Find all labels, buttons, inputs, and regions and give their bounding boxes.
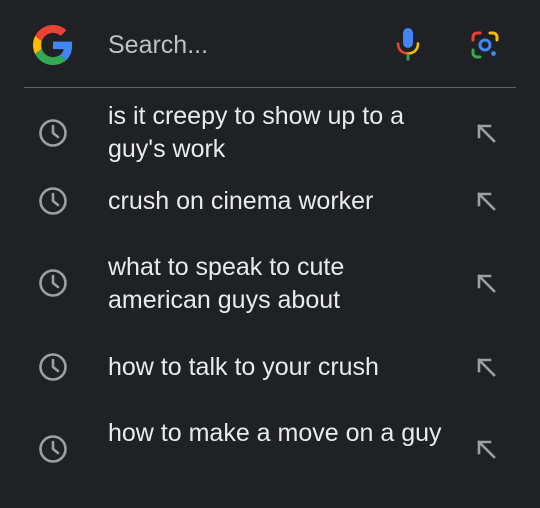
suggestion-text: crush on cinema worker	[108, 187, 374, 215]
suggestion-item[interactable]: what to speak to cute american guys abou…	[0, 242, 540, 342]
history-clock-icon	[39, 269, 67, 297]
history-clock-icon	[39, 353, 67, 381]
history-clock-icon	[39, 435, 67, 463]
search-input[interactable]	[108, 25, 378, 65]
suggestion-item[interactable]: is it creepy to show up to a guy's work	[0, 90, 540, 176]
suggestion-text: how to make a move on a guy	[108, 419, 442, 447]
google-lens-icon[interactable]	[470, 30, 500, 60]
google-logo-icon	[33, 25, 73, 65]
suggestion-text: how to talk to your crush	[108, 353, 379, 381]
microphone-icon[interactable]	[393, 27, 423, 63]
north-west-arrow-icon[interactable]	[474, 437, 498, 461]
north-west-arrow-icon[interactable]	[474, 271, 498, 295]
north-west-arrow-icon[interactable]	[474, 121, 498, 145]
history-clock-icon	[39, 187, 67, 215]
suggestion-item[interactable]: how to make a move on a guy	[0, 408, 540, 498]
suggestion-list: is it creepy to show up to a guy's work …	[0, 90, 540, 498]
history-clock-icon	[39, 119, 67, 147]
suggestion-item[interactable]: how to talk to your crush	[0, 342, 540, 408]
suggestion-text: what to speak to cute american guys abou…	[108, 253, 345, 314]
suggestion-text: is it creepy to show up to a guy's work	[108, 102, 404, 163]
search-divider	[24, 87, 516, 88]
north-west-arrow-icon[interactable]	[474, 189, 498, 213]
search-bar	[0, 0, 540, 88]
suggestion-item[interactable]: crush on cinema worker	[0, 176, 540, 242]
north-west-arrow-icon[interactable]	[474, 355, 498, 379]
